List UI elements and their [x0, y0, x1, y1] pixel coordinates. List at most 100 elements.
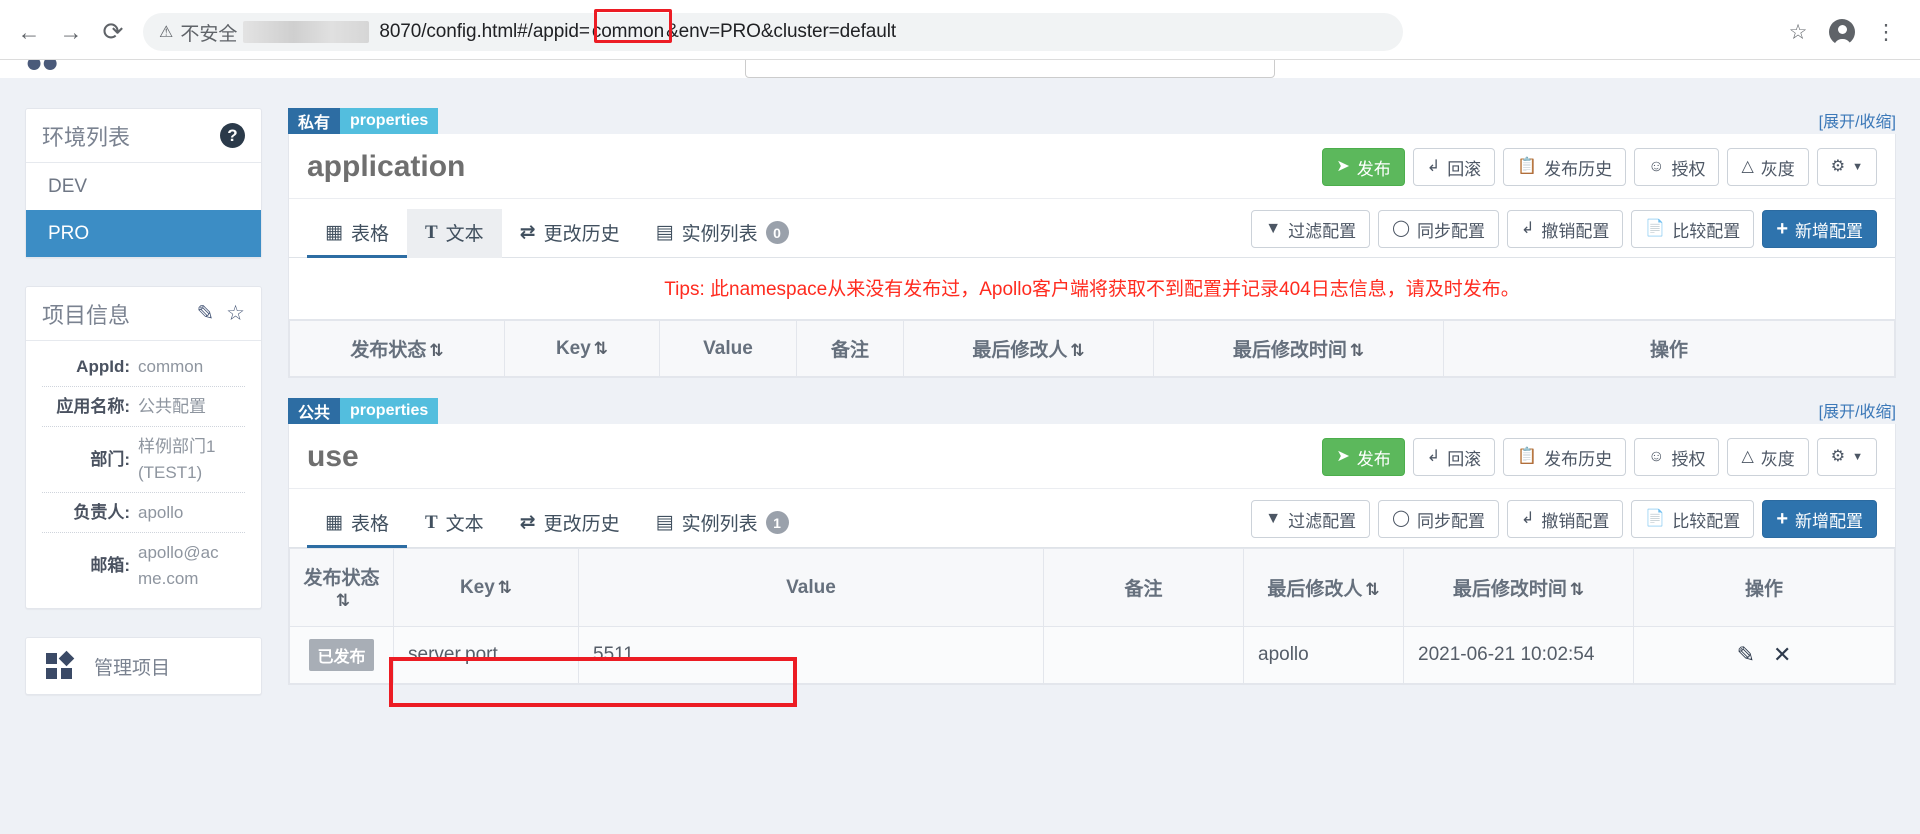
authorize-button[interactable]: ☺ 授权: [1634, 438, 1720, 476]
sync-config-button[interactable]: ◯ 同步配置: [1378, 210, 1499, 248]
col-key[interactable]: Key ⇅: [393, 548, 579, 627]
environment-panel: 环境列表 ? DEV PRO: [25, 108, 262, 258]
tab-table-label: 表格: [350, 224, 389, 245]
table-icon: ▦: [325, 222, 343, 243]
flask-icon: △: [1741, 158, 1754, 175]
publish-button[interactable]: ➤ 发布: [1322, 438, 1405, 476]
col-modified-by[interactable]: 最后修改人 ⇅: [1243, 548, 1404, 627]
tab-text[interactable]: T 文本: [406, 209, 502, 258]
namespace-tags: 私有 properties [展开/收缩]: [288, 108, 1896, 134]
publish-button[interactable]: ➤ 发布: [1322, 148, 1405, 186]
namespace-tags: 公共 properties [展开/收缩]: [288, 398, 1896, 424]
tab-instance-list[interactable]: ▤ 实例列表 1: [638, 499, 807, 548]
add-config-button[interactable]: + 新增配置: [1762, 500, 1877, 538]
chevron-down-icon: ▼: [1852, 450, 1863, 463]
sidebar-item-env-dev[interactable]: DEV: [26, 163, 261, 210]
flask-icon: △: [1741, 448, 1754, 465]
send-icon: ➤: [1336, 448, 1350, 465]
edit-pencil-icon[interactable]: ✎: [1737, 642, 1755, 668]
global-search-input[interactable]: [745, 60, 1275, 78]
namespace-name: application: [307, 150, 466, 183]
compare-config-button[interactable]: 📄 比较配置: [1631, 210, 1755, 248]
col-modified-at[interactable]: 最后修改时间 ⇅: [1153, 320, 1444, 377]
revoke-config-button[interactable]: ↲ 撤销配置: [1506, 500, 1624, 538]
star-outline-icon[interactable]: ☆: [226, 301, 245, 326]
project-info-panel: 项目信息 ✎ ☆ AppId: common 应用名称: 公共配置 部门: 样例…: [25, 286, 262, 609]
compare-icon: 📄: [1645, 510, 1666, 527]
undo-icon: ↲: [1520, 510, 1535, 527]
revoke-config-button[interactable]: ↲ 撤销配置: [1506, 210, 1624, 248]
history-icon: ⇄: [519, 222, 536, 243]
add-config-button[interactable]: + 新增配置: [1762, 210, 1877, 248]
bookmark-star-icon[interactable]: ☆: [1778, 13, 1818, 51]
expand-collapse-link[interactable]: [展开/收缩]: [1819, 398, 1896, 422]
browser-nav-buttons: ← → ⟳: [8, 12, 134, 54]
instances-icon: ▤: [655, 222, 674, 243]
gray-release-button[interactable]: △ 灰度: [1727, 148, 1809, 186]
project-info-value: 样例部门1(TEST1): [138, 437, 216, 482]
edit-pencil-icon[interactable]: ✎: [197, 301, 215, 326]
reload-icon[interactable]: ⟳: [92, 12, 134, 54]
filter-config-button[interactable]: ▼ 过滤配置: [1251, 500, 1371, 538]
namespace-settings-button[interactable]: ⚙ ▼: [1816, 438, 1877, 476]
rollback-button[interactable]: ↲ 回滚: [1412, 438, 1496, 476]
tab-instance-list[interactable]: ▤ 实例列表 0: [638, 209, 807, 258]
tab-text-label: 文本: [445, 514, 484, 535]
project-info-header: 项目信息 ✎ ☆: [26, 287, 261, 341]
sort-icon: ⇅: [1070, 341, 1085, 360]
tab-text-label: 文本: [445, 224, 484, 245]
tab-text[interactable]: T 文本: [407, 499, 502, 548]
publish-history-button[interactable]: 📋 发布历史: [1503, 438, 1627, 476]
col-publish-status[interactable]: 发布状态 ⇅: [289, 320, 505, 377]
forward-arrow-icon[interactable]: →: [50, 12, 92, 54]
tab-change-history[interactable]: ⇄ 更改历史: [502, 209, 638, 258]
gray-release-label: 灰度: [1760, 159, 1795, 179]
sync-config-button[interactable]: ◯ 同步配置: [1378, 500, 1499, 538]
environment-panel-title: 环境列表: [42, 124, 131, 150]
col-modified-at[interactable]: 最后修改时间 ⇅: [1403, 548, 1634, 627]
address-bar[interactable]: ⚠ 不安全 8070/config.html#/appid= common &env…: [143, 13, 1403, 51]
sync-config-label: 同步配置: [1416, 511, 1485, 531]
back-arrow-icon[interactable]: ←: [8, 12, 50, 54]
col-comment: 备注: [1043, 548, 1244, 627]
authorize-button[interactable]: ☺ 授权: [1634, 148, 1720, 186]
cell-key: server.port: [393, 626, 579, 684]
namespace-tabs: ▦ 表格 T 文本 ⇄ 更改历史 ▤ 实例列表: [307, 209, 807, 258]
col-publish-status[interactable]: 发布状态 ⇅: [289, 548, 394, 627]
tab-table[interactable]: ▦ 表格: [307, 209, 407, 258]
namespace-action-buttons: ➤ 发布 ↲ 回滚 📋 发布历史 ☺ 授权 △ 灰度 ⚙ ▼: [1322, 438, 1877, 476]
col-label: 备注: [1124, 579, 1163, 600]
question-mark-icon[interactable]: ?: [220, 123, 245, 148]
publish-history-label: 发布历史: [1544, 159, 1613, 179]
close-x-icon[interactable]: ✕: [1773, 642, 1791, 668]
namespace-settings-button[interactable]: ⚙ ▼: [1816, 148, 1877, 186]
col-label: 最后修改人: [1267, 579, 1363, 600]
project-info-label: 部门:: [90, 450, 130, 469]
profile-avatar-icon[interactable]: [1822, 13, 1862, 51]
gray-release-button[interactable]: △ 灰度: [1727, 438, 1809, 476]
sort-icon: ⇅: [1349, 341, 1365, 360]
tab-change-history[interactable]: ⇄ 更改历史: [502, 499, 638, 548]
config-action-buttons: ▼ 过滤配置 ◯ 同步配置 ↲ 撤销配置 📄 比较配置 + 新增配置: [1251, 500, 1877, 547]
compare-config-button[interactable]: 📄 比较配置: [1631, 500, 1755, 538]
sidebar-item-env-pro[interactable]: PRO: [26, 210, 261, 257]
app-logo[interactable]: ●●: [25, 60, 59, 80]
sidebar-item-manage-project[interactable]: 管理项目: [26, 638, 261, 694]
col-key[interactable]: Key ⇅: [504, 320, 660, 377]
col-label: 发布状态: [350, 340, 427, 361]
col-modified-by[interactable]: 最后修改人 ⇅: [903, 320, 1154, 377]
sync-icon: ◯: [1392, 220, 1410, 237]
chevron-down-icon: ▼: [1852, 160, 1863, 173]
filter-config-button[interactable]: ▼ 过滤配置: [1251, 210, 1371, 248]
cell-modified-by: apollo: [1243, 626, 1404, 684]
kebab-menu-icon[interactable]: ⋮: [1866, 13, 1906, 51]
rollback-button[interactable]: ↲ 回滚: [1412, 148, 1496, 186]
expand-collapse-link[interactable]: [展开/收缩]: [1819, 108, 1896, 132]
tab-table[interactable]: ▦ 表格: [307, 499, 407, 548]
publish-history-button[interactable]: 📋 发布历史: [1503, 148, 1627, 186]
instances-icon: ▤: [655, 512, 674, 533]
revoke-config-label: 撤销配置: [1541, 511, 1610, 531]
tab-instance-list-label: 实例列表: [681, 224, 758, 245]
table-row: 已发布 server.port 5511 apollo 2021-06-21 1…: [289, 626, 1895, 684]
not-secure-warning-icon: ⚠: [159, 24, 174, 41]
